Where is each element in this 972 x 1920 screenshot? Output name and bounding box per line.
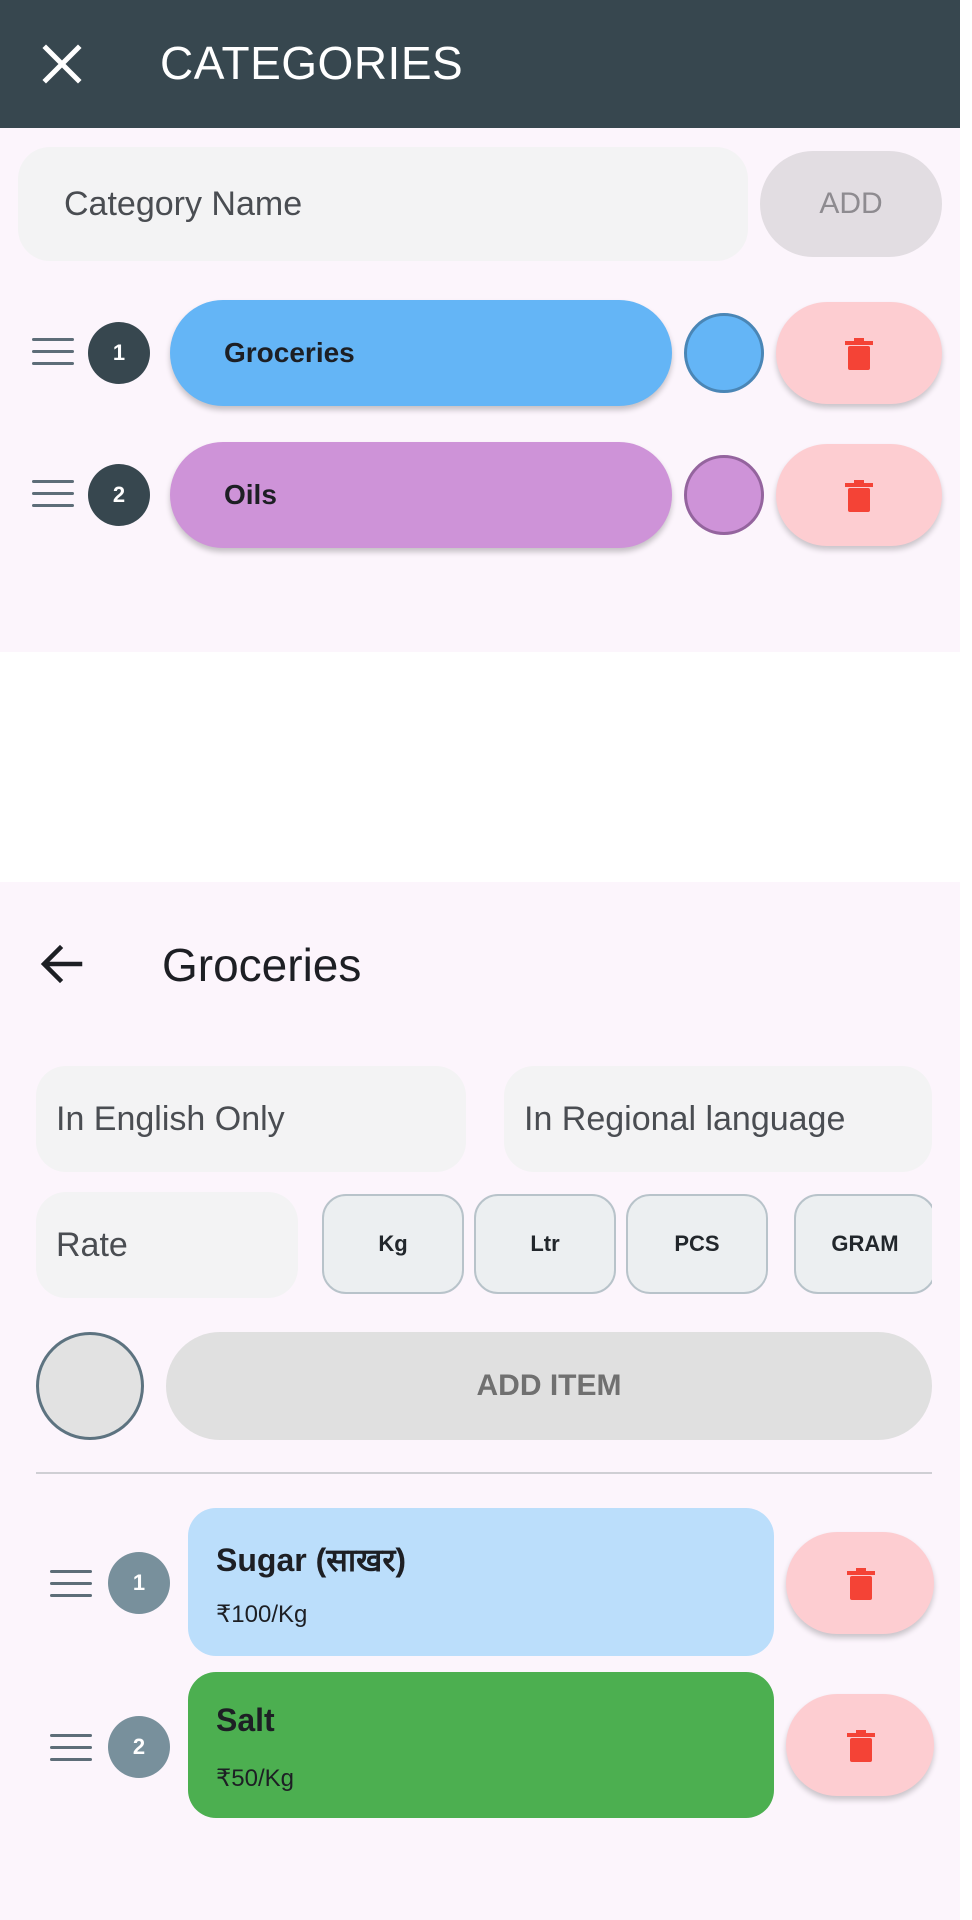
item-color-picker[interactable]: [36, 1332, 144, 1440]
page-title: Groceries: [162, 939, 362, 991]
rate-input[interactable]: Rate: [36, 1192, 298, 1298]
delete-icon: [845, 338, 873, 370]
item-name: Salt: [216, 1702, 275, 1738]
category-color-picker[interactable]: [684, 313, 764, 393]
delete-item-button[interactable]: [786, 1694, 934, 1796]
unit-chip-ltr[interactable]: Ltr: [474, 1194, 616, 1294]
item-rate: ₹50/Kg: [216, 1765, 294, 1792]
item-card-sugar[interactable]: Sugar (साखर) ₹100/Kg: [188, 1508, 774, 1656]
category-pill-groceries[interactable]: Groceries: [170, 300, 672, 406]
add-category-button[interactable]: ADD: [760, 151, 942, 257]
unit-chip-kg[interactable]: Kg: [322, 1194, 464, 1294]
delete-icon: [845, 480, 873, 512]
item-name: Sugar (साखर): [216, 1542, 407, 1578]
regional-name-input[interactable]: In Regional language: [504, 1066, 932, 1172]
english-name-input[interactable]: In English Only: [36, 1066, 466, 1172]
delete-category-button[interactable]: [776, 302, 942, 404]
drag-handle-icon[interactable]: [50, 1570, 92, 1600]
category-row: 2 Oils: [0, 442, 960, 552]
back-arrow-icon[interactable]: [40, 942, 84, 986]
categories-screen: CATEGORIES Category Name ADD 1 Groceries…: [0, 0, 960, 652]
page-title: CATEGORIES: [160, 37, 464, 89]
unit-chip-pcs[interactable]: PCS: [626, 1194, 768, 1294]
delete-icon: [847, 1568, 875, 1600]
delete-category-button[interactable]: [776, 444, 942, 546]
item-index-badge: 1: [108, 1552, 170, 1614]
category-color-picker[interactable]: [684, 455, 764, 535]
category-pill-oils[interactable]: Oils: [170, 442, 672, 548]
drag-handle-icon[interactable]: [32, 480, 74, 510]
unit-selector: Kg Ltr PCS GRAM: [320, 1182, 932, 1306]
delete-icon: [847, 1730, 875, 1762]
category-index-badge: 2: [88, 464, 150, 526]
items-screen: Groceries In English Only In Regional la…: [0, 882, 960, 1920]
category-index-badge: 1: [88, 322, 150, 384]
item-card-salt[interactable]: Salt ₹50/Kg: [188, 1672, 774, 1818]
category-row: 1 Groceries: [0, 300, 960, 410]
drag-handle-icon[interactable]: [50, 1734, 92, 1764]
item-row: 1 Sugar (साखर) ₹100/Kg: [0, 1508, 960, 1656]
unit-chip-gram[interactable]: GRAM: [794, 1194, 932, 1294]
item-row: 2 Salt ₹50/Kg: [0, 1672, 960, 1820]
category-name-input[interactable]: Category Name: [18, 147, 748, 261]
delete-item-button[interactable]: [786, 1532, 934, 1634]
close-icon[interactable]: [38, 40, 86, 88]
item-index-badge: 2: [108, 1716, 170, 1778]
add-item-button[interactable]: ADD ITEM: [166, 1332, 932, 1440]
app-bar: CATEGORIES: [0, 0, 960, 128]
divider: [36, 1472, 932, 1474]
item-rate: ₹100/Kg: [216, 1601, 308, 1628]
drag-handle-icon[interactable]: [32, 338, 74, 368]
